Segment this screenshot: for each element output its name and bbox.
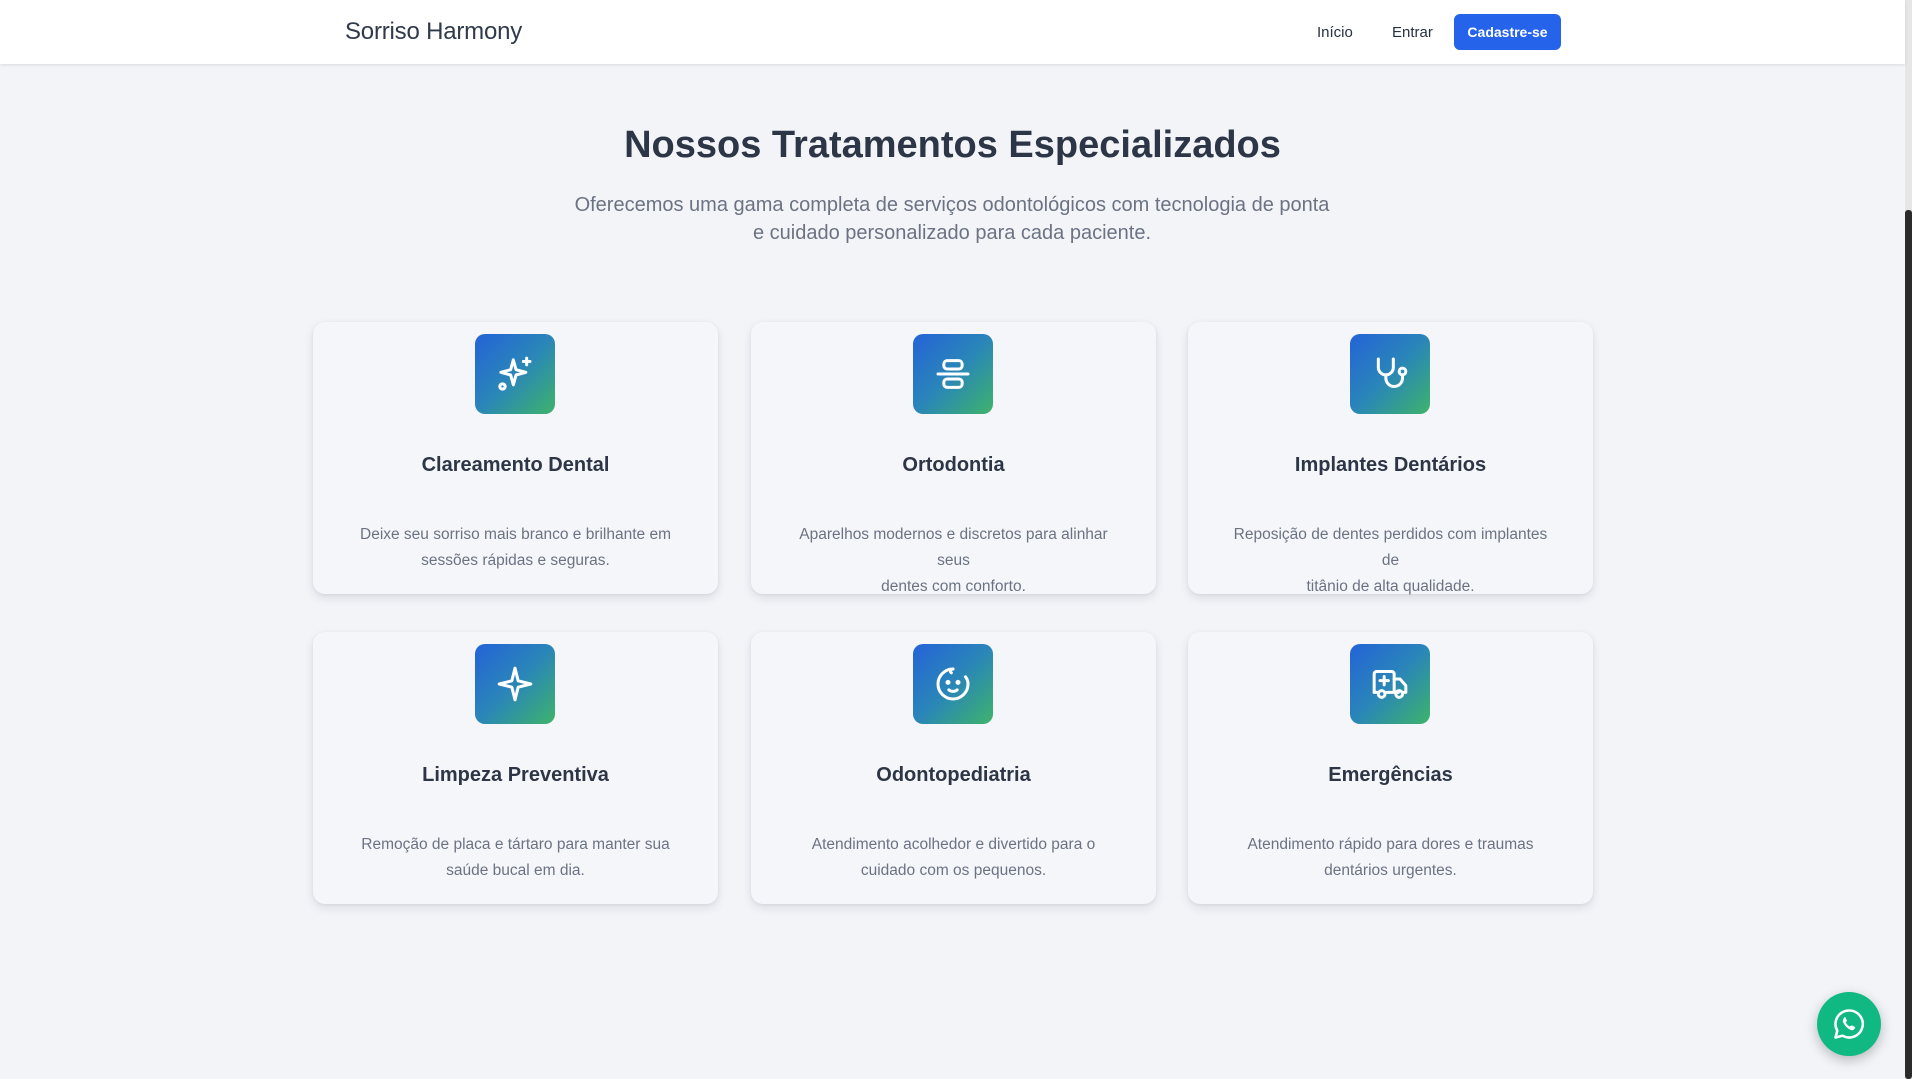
ambulance-icon: [1350, 644, 1430, 724]
nav-link-inicio[interactable]: Início: [1317, 24, 1353, 41]
sparkle-icon: [475, 644, 555, 724]
signup-button[interactable]: Cadastre-se: [1454, 14, 1561, 50]
section-title: Nossos Tratamentos Especializados: [624, 124, 1281, 166]
card-description-line-1: Deixe seu sorriso mais branco e brilhant…: [360, 526, 671, 543]
stethoscope-icon: [1350, 334, 1430, 414]
treatment-card-implantes[interactable]: Implantes Dentários Reposição de dentes …: [1188, 322, 1593, 595]
card-description: Reposição de dentes perdidos com implant…: [1226, 522, 1555, 600]
card-description-line-2: dentários urgentes.: [1324, 862, 1457, 879]
treatment-card-clareamento[interactable]: Clareamento Dental Deixe seu sorriso mai…: [313, 322, 718, 594]
top-navbar: Sorriso Harmony Início Entrar Cadastre-s…: [0, 0, 1905, 64]
card-description-line-1: Atendimento rápido para dores e traumas: [1247, 836, 1534, 853]
align-center-icon: [913, 334, 993, 414]
card-description-line-1: Atendimento acolhedor e divertido para o: [811, 836, 1096, 853]
card-description: Remoção de placa e tártaro para manter s…: [351, 832, 680, 884]
card-description-line-1: Remoção de placa e tártaro para manter s…: [361, 836, 670, 853]
card-title: Limpeza Preventiva: [422, 764, 609, 786]
nav-link-entrar[interactable]: Entrar: [1392, 24, 1433, 41]
whatsapp-floating-button[interactable]: [1817, 992, 1881, 1056]
section-subtitle: Oferecemos uma gama completa de serviços…: [560, 191, 1344, 247]
section-subtitle-line-1: Oferecemos uma gama completa de serviços…: [574, 194, 1330, 216]
section-subtitle-line-2: e cuidado personalizado para cada pacien…: [752, 222, 1152, 244]
scrollbar-thumb[interactable]: [1905, 210, 1912, 1079]
card-description-line-1: Reposição de dentes perdidos com implant…: [1233, 526, 1548, 569]
whatsapp-icon: [1834, 1009, 1865, 1039]
baby-icon: [913, 644, 993, 724]
card-title: Clareamento Dental: [421, 454, 610, 476]
card-title: Ortodontia: [902, 454, 1005, 476]
treatment-card-odontopediatria[interactable]: Odontopediatria Atendimento acolhedor e …: [751, 632, 1156, 904]
card-description-line-2: saúde bucal em dia.: [446, 862, 585, 879]
card-title: Implantes Dentários: [1294, 454, 1487, 476]
card-description: Deixe seu sorriso mais branco e brilhant…: [351, 522, 680, 574]
card-description-line-2: sessões rápidas e seguras.: [421, 552, 610, 569]
brand-logo-text[interactable]: Sorriso Harmony: [345, 18, 522, 46]
card-title: Odontopediatria: [876, 764, 1031, 786]
card-description: Atendimento rápido para dores e traumas …: [1226, 832, 1555, 884]
card-description-line-1: Aparelhos modernos e discretos para alin…: [799, 526, 1108, 569]
card-description: Aparelhos modernos e discretos para alin…: [789, 522, 1118, 600]
card-description: Atendimento acolhedor e divertido para o…: [789, 832, 1118, 884]
card-description-line-2: titânio de alta qualidade.: [1306, 578, 1475, 595]
treatment-card-limpeza[interactable]: Limpeza Preventiva Remoção de placa e tá…: [313, 632, 718, 904]
card-description-line-2: cuidado com os pequenos.: [860, 862, 1047, 879]
treatment-card-ortodontia[interactable]: Ortodontia Aparelhos modernos e discreto…: [751, 322, 1156, 595]
treatment-card-emergencias[interactable]: Emergências Atendimento rápido para dore…: [1188, 632, 1593, 904]
page-scrollbar[interactable]: [1905, 0, 1912, 1079]
sparkles-icon: [475, 334, 555, 414]
card-description-line-2: dentes com conforto.: [881, 578, 1026, 595]
card-title: Emergências: [1328, 764, 1453, 786]
